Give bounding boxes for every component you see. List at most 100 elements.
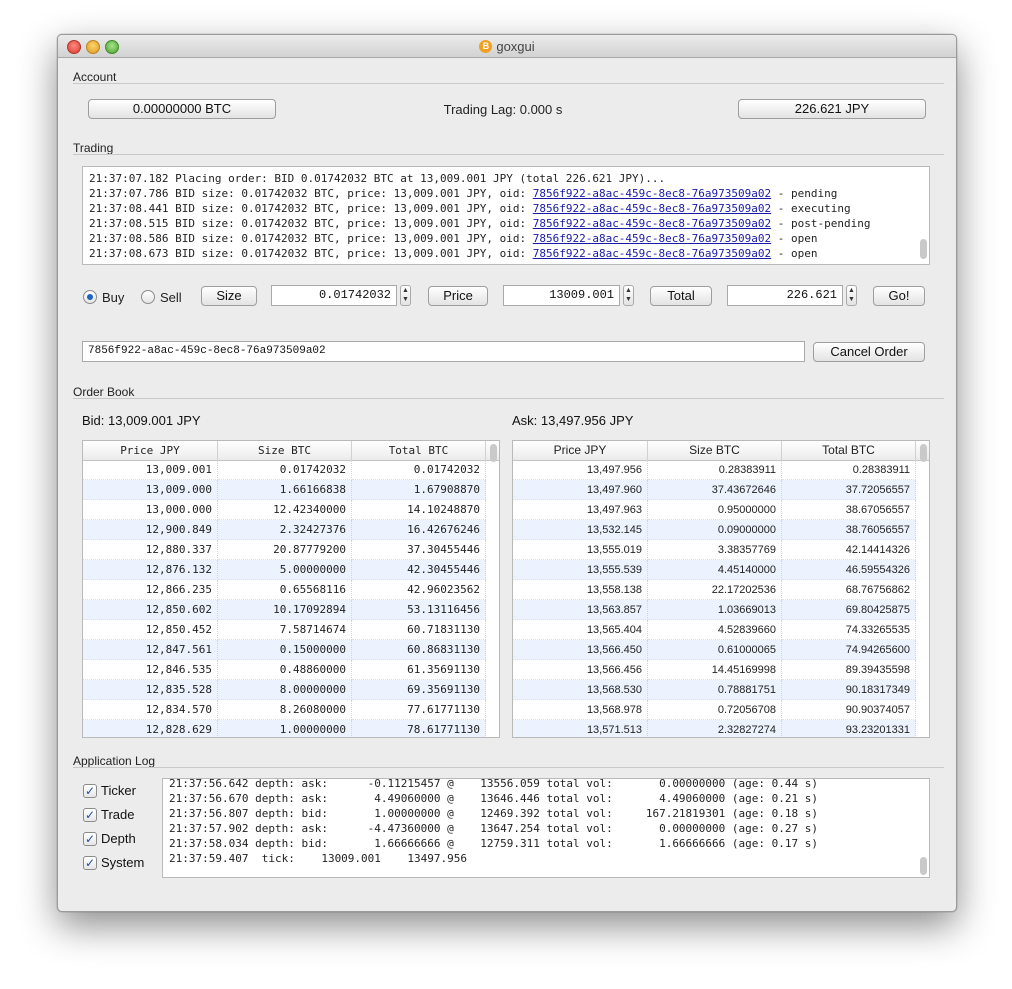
order-id-link[interactable]: 7856f922-a8ac-459c-8ec8-76a973509a02: [533, 202, 771, 215]
ask-table-row[interactable]: 13,566.456 14.45169998 89.39435598: [513, 660, 916, 680]
filter-depth-checkbox[interactable]: ✓: [83, 832, 97, 846]
order-id-link[interactable]: 7856f922-a8ac-459c-8ec8-76a973509a02: [533, 217, 771, 230]
size-field[interactable]: 0.01742032: [271, 285, 397, 306]
ask-total-cell: 42.14414326: [782, 540, 916, 560]
ask-table-row[interactable]: 13,555.019 3.38357769 42.14414326: [513, 540, 916, 560]
order-id-field[interactable]: 7856f922-a8ac-459c-8ec8-76a973509a02: [82, 341, 805, 362]
bid-price-cell: 12,847.561: [83, 640, 218, 660]
bid-price-cell: 12,866.235: [83, 580, 218, 600]
bid-total-cell: 77.61771130: [352, 700, 486, 720]
bid-table-row[interactable]: 12,835.528 8.00000000 69.35691130: [83, 680, 486, 700]
total-button[interactable]: Total: [650, 286, 712, 306]
bid-table-row[interactable]: 13,009.001 0.01742032 0.01742032: [83, 460, 486, 480]
bid-size-cell: 1.00000000: [218, 720, 352, 737]
ask-table-row[interactable]: 13,497.960 37.43672646 37.72056557: [513, 480, 916, 500]
size-button[interactable]: Size: [201, 286, 257, 306]
ask-table-row[interactable]: 13,563.857 1.03669013 69.80425875: [513, 600, 916, 620]
bid-price-cell: 12,835.528: [83, 680, 218, 700]
ask-price-cell: 13,497.960: [513, 480, 648, 500]
price-field[interactable]: 13009.001: [503, 285, 620, 306]
sell-radio[interactable]: [141, 290, 155, 304]
ask-price-cell: 13,532.145: [513, 520, 648, 540]
bid-price-cell: 12,828.629: [83, 720, 218, 737]
bid-table-row[interactable]: 12,828.629 1.00000000 78.61771130: [83, 720, 486, 737]
bid-table-row[interactable]: 12,847.561 0.15000000 60.86831130: [83, 640, 486, 660]
order-id-link[interactable]: 7856f922-a8ac-459c-8ec8-76a973509a02: [533, 187, 771, 200]
ask-table-row[interactable]: 13,555.539 4.45140000 46.59554326: [513, 560, 916, 580]
bid-table-row[interactable]: 12,876.132 5.00000000 42.30455446: [83, 560, 486, 580]
app-log-line: 21:37:56.807 depth: bid: 1.00000000 @ 12…: [169, 807, 819, 820]
price-button[interactable]: Price: [428, 286, 488, 306]
bid-table-row[interactable]: 12,866.235 0.65568116 42.96023562: [83, 580, 486, 600]
ask-total-cell: 0.28383911: [782, 460, 916, 480]
size-stepper[interactable]: ▲ ▼: [400, 285, 411, 306]
app-log-section-label: Application Log: [73, 754, 156, 768]
filter-ticker-label: Ticker: [101, 783, 136, 798]
trading-log-text: 21:37:07.786 BID size: 0.01742032 BTC, p…: [89, 187, 533, 200]
bid-col-size[interactable]: Size BTC: [218, 441, 352, 460]
ask-table-row[interactable]: 13,532.145 0.09000000 38.76056557: [513, 520, 916, 540]
bid-table-row[interactable]: 13,000.000 12.42340000 14.10248870: [83, 500, 486, 520]
bid-table-row[interactable]: 12,846.535 0.48860000 61.35691130: [83, 660, 486, 680]
ask-table-row[interactable]: 13,568.978 0.72056708 90.90374057: [513, 700, 916, 720]
trading-log-line: 21:37:07.182 Placing order: BID 0.017420…: [89, 171, 929, 186]
bid-size-cell: 20.87779200: [218, 540, 352, 560]
bid-col-total[interactable]: Total BTC: [352, 441, 486, 460]
app-log-line: 21:37:56.670 depth: ask: 4.49060000 @ 13…: [169, 792, 819, 805]
ask-price-cell: 13,497.963: [513, 500, 648, 520]
bid-table-row[interactable]: 12,880.337 20.87779200 37.30455446: [83, 540, 486, 560]
trading-log-text: 21:37:08.441 BID size: 0.01742032 BTC, p…: [89, 202, 533, 215]
bid-table-row[interactable]: 12,850.602 10.17092894 53.13116456: [83, 600, 486, 620]
bid-table-row[interactable]: 12,834.570 8.26080000 77.61771130: [83, 700, 486, 720]
bitcoin-icon: B: [479, 40, 493, 54]
trading-log-text: 21:37:08.515 BID size: 0.01742032 BTC, p…: [89, 217, 533, 230]
bid-table-row[interactable]: 12,900.849 2.32427376 16.42676246: [83, 520, 486, 540]
sell-label: Sell: [160, 290, 182, 305]
bid-total-cell: 69.35691130: [352, 680, 486, 700]
go-button[interactable]: Go!: [873, 286, 925, 306]
bid-table-scrollbar[interactable]: [490, 444, 497, 462]
bid-price-cell: 13,009.001: [83, 460, 218, 480]
ask-table[interactable]: Price JPY Size BTC Total BTC 13,497.956 0…: [512, 440, 930, 738]
ask-table-scrollbar[interactable]: [920, 444, 927, 462]
bid-table-row[interactable]: 13,009.000 1.66166838 1.67908870: [83, 480, 486, 500]
bid-total-cell: 14.10248870: [352, 500, 486, 520]
jpy-balance-button[interactable]: 226.621 JPY: [738, 99, 926, 119]
filter-trade-checkbox[interactable]: ✓: [83, 808, 97, 822]
ask-col-price[interactable]: Price JPY: [513, 441, 648, 460]
order-id-link[interactable]: 7856f922-a8ac-459c-8ec8-76a973509a02: [533, 232, 771, 245]
ask-table-row[interactable]: 13,558.138 22.17202536 68.76756862: [513, 580, 916, 600]
bid-table[interactable]: Price JPY Size BTC Total BTC 13,009.001 0…: [82, 440, 500, 738]
ask-price-cell: 13,566.450: [513, 640, 648, 660]
price-stepper[interactable]: ▲ ▼: [623, 285, 634, 306]
ask-table-row[interactable]: 13,571.513 2.32827274 93.23201331: [513, 720, 916, 737]
btc-balance-button[interactable]: 0.00000000 BTC: [88, 99, 276, 119]
ask-price-cell: 13,571.513: [513, 720, 648, 737]
buy-radio[interactable]: [83, 290, 97, 304]
ask-table-row[interactable]: 13,565.404 4.52839660 74.33265535: [513, 620, 916, 640]
bid-price-cell: 12,880.337: [83, 540, 218, 560]
ask-table-row[interactable]: 13,497.956 0.28383911 0.28383911: [513, 460, 916, 480]
total-stepper[interactable]: ▲ ▼: [846, 285, 857, 306]
filter-ticker-checkbox[interactable]: ✓: [83, 784, 97, 798]
account-section-label: Account: [73, 70, 117, 84]
bid-col-price[interactable]: Price JPY: [83, 441, 218, 460]
window-title: goxgui: [496, 39, 535, 55]
order-status-text: - executing: [771, 202, 851, 215]
cancel-order-button[interactable]: Cancel Order: [813, 342, 925, 362]
filter-system-checkbox[interactable]: ✓: [83, 856, 97, 870]
ask-total-cell: 37.72056557: [782, 480, 916, 500]
app-log-scrollbar[interactable]: [920, 857, 927, 875]
ask-table-row[interactable]: 13,497.963 0.95000000 38.67056557: [513, 500, 916, 520]
application-log[interactable]: 21:37:56.642 depth: ask: -0.11215457 @ 1…: [162, 778, 930, 878]
trading-log[interactable]: 21:37:07.182 Placing order: BID 0.017420…: [82, 166, 930, 265]
bid-table-row[interactable]: 12,850.452 7.58714674 60.71831130: [83, 620, 486, 640]
ask-col-size[interactable]: Size BTC: [648, 441, 782, 460]
ask-table-row[interactable]: 13,566.450 0.61000065 74.94265600: [513, 640, 916, 660]
trading-log-scrollbar[interactable]: [920, 239, 927, 259]
order-id-link[interactable]: 7856f922-a8ac-459c-8ec8-76a973509a02: [533, 247, 771, 260]
ask-col-total[interactable]: Total BTC: [782, 441, 916, 460]
ask-total-cell: 93.23201331: [782, 720, 916, 737]
total-field[interactable]: 226.621: [727, 285, 843, 306]
ask-table-row[interactable]: 13,568.530 0.78881751 90.18317349: [513, 680, 916, 700]
